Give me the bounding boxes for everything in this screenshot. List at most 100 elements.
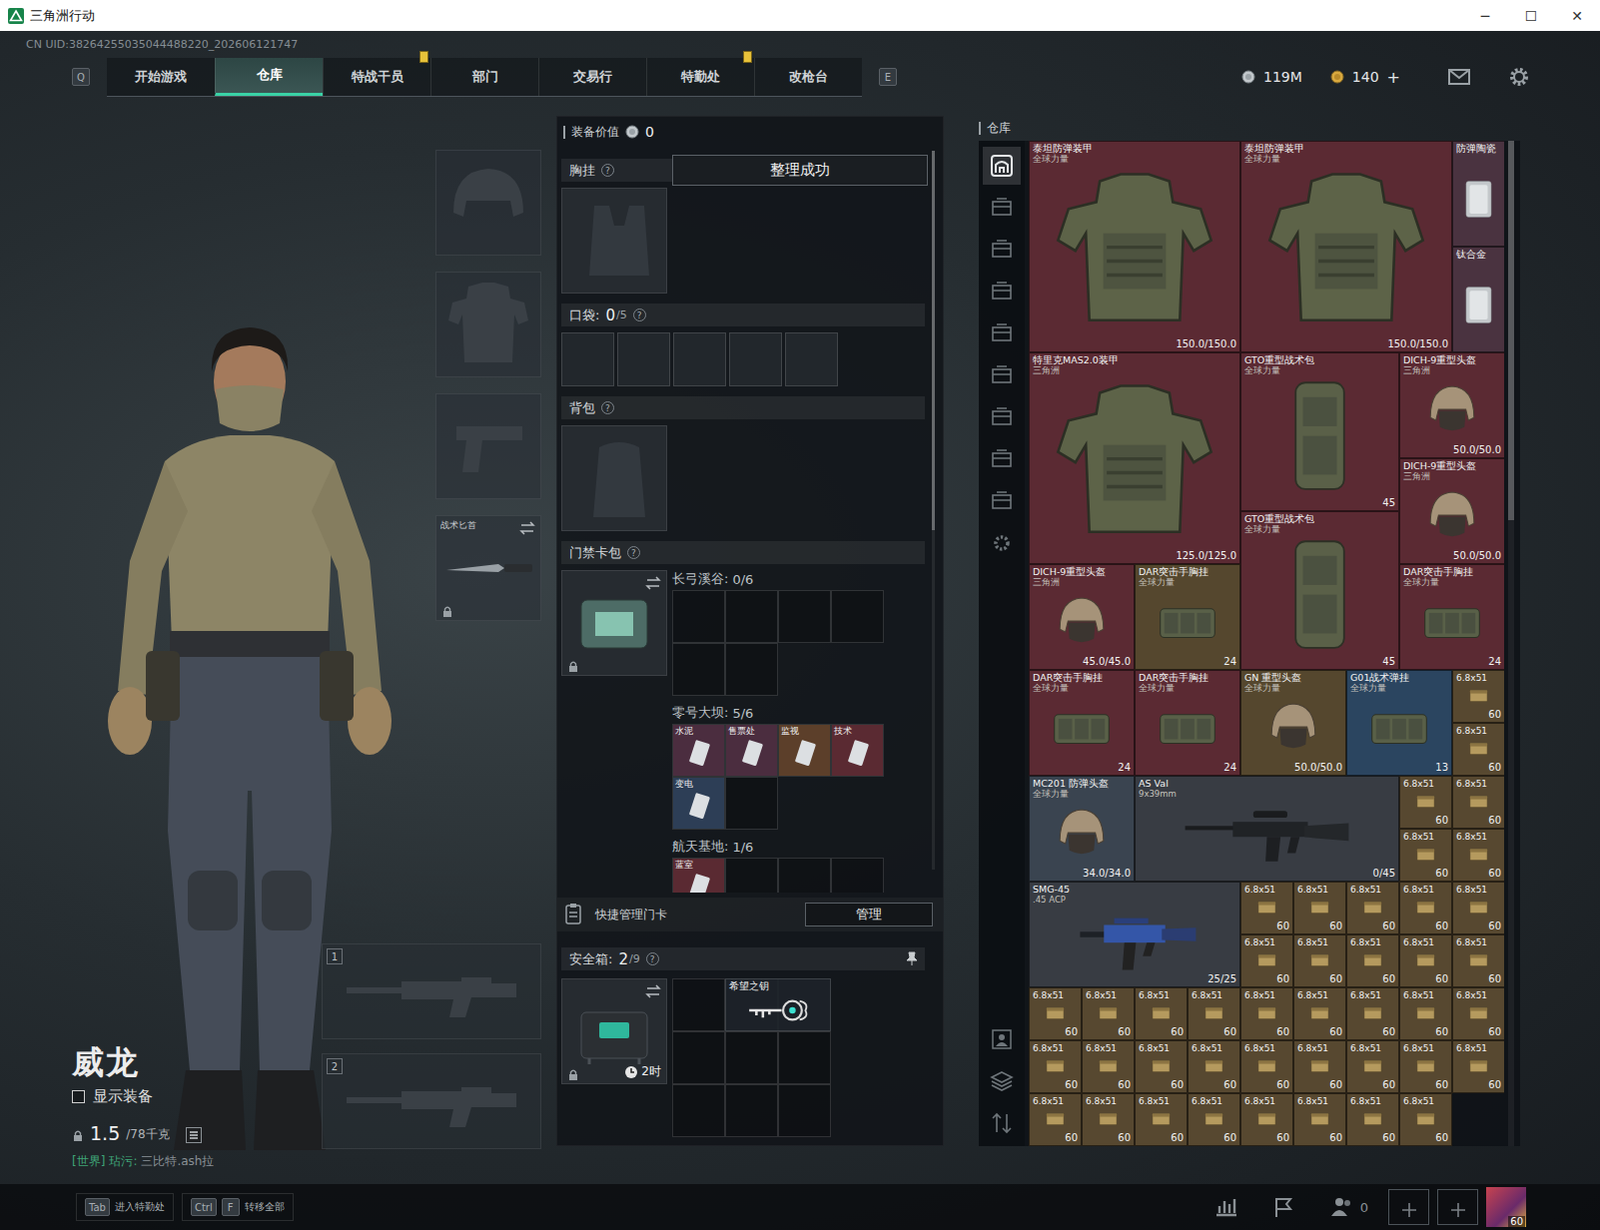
inventory-item[interactable]: 特里克MAS2.0装甲三角洲125.0/125.0 xyxy=(1028,352,1241,565)
nav-tab[interactable]: 交易行 xyxy=(538,57,647,96)
keycard[interactable]: 售票处 xyxy=(726,725,778,777)
invite-slot[interactable] xyxy=(1388,1189,1430,1226)
safe-cell[interactable] xyxy=(778,1084,831,1138)
inventory-item[interactable]: DICH-9重型头盔三角洲50.0/50.0 xyxy=(1399,458,1505,565)
inventory-item[interactable]: 6.8x5160 xyxy=(1452,776,1505,829)
keycard-cell[interactable]: 技术 xyxy=(830,724,884,778)
inventory-item[interactable]: 6.8x5160 xyxy=(1187,1040,1241,1094)
helmet-slot[interactable] xyxy=(435,149,542,256)
pocket-slot[interactable] xyxy=(729,332,783,387)
inventory-item[interactable]: 6.8x5160 xyxy=(1134,987,1188,1041)
keycard-cell[interactable] xyxy=(778,590,831,644)
keycard[interactable]: 蓝室 xyxy=(673,858,725,893)
inventory-item[interactable]: MC201 防弹头盔全球力量34.0/34.0 xyxy=(1028,776,1135,882)
inventory-item[interactable]: 6.8x5160 xyxy=(1028,987,1082,1041)
inventory-item[interactable]: 6.8x5160 xyxy=(1452,828,1505,882)
safe-cell[interactable] xyxy=(672,978,726,1032)
show-equipment-toggle[interactable]: 显示装备 xyxy=(71,1087,322,1107)
prev-tab-key[interactable]: Q xyxy=(71,67,90,86)
inventory-item[interactable]: 6.8x5160 xyxy=(1399,776,1453,829)
inventory-item[interactable]: 6.8x5160 xyxy=(1399,881,1453,935)
inventory-item[interactable]: 6.8x5160 xyxy=(1293,934,1347,988)
warehouse-tab[interactable] xyxy=(982,314,1021,353)
keycard[interactable]: 技术 xyxy=(831,725,883,777)
key-hint[interactable]: Tab进入特勤处 xyxy=(75,1193,174,1222)
keycard-cell[interactable] xyxy=(725,643,779,697)
inventory-item[interactable]: 泰坦防弹装甲全球力量150.0/150.0 xyxy=(1240,140,1453,353)
warehouse-tab[interactable] xyxy=(982,1062,1021,1101)
inventory-item[interactable]: 防弹陶瓷 xyxy=(1452,140,1505,247)
inventory-item[interactable]: 6.8x5160 xyxy=(1134,1093,1188,1147)
inventory-item[interactable]: 6.8x5160 xyxy=(1240,987,1294,1041)
keycard-cell[interactable]: 蓝室 xyxy=(672,857,726,893)
next-tab-key[interactable]: E xyxy=(878,67,897,86)
keycard[interactable]: 水泥 xyxy=(673,725,725,777)
safe-cell[interactable] xyxy=(672,1084,726,1138)
safe-cell[interactable] xyxy=(778,1031,831,1085)
help-button[interactable]: ? xyxy=(646,952,660,966)
inventory-item[interactable]: 6.8x5160 xyxy=(1346,881,1400,935)
safe-cell[interactable] xyxy=(725,1031,779,1085)
inventory-item[interactable]: GTO重型战术包全球力量45 xyxy=(1240,511,1400,671)
safe-item[interactable]: 希望之钥 xyxy=(725,978,831,1032)
add-currency-button[interactable]: + xyxy=(1387,67,1401,87)
inventory-item[interactable]: 6.8x5160 xyxy=(1240,934,1294,988)
nav-tab[interactable]: 特勤处 xyxy=(646,57,755,96)
chest-rig-slot[interactable] xyxy=(561,187,668,294)
inventory-item[interactable]: DAR突击手胸挂全球力量24 xyxy=(1399,564,1505,671)
inventory-item[interactable]: GN 重型头盔全球力量50.0/50.0 xyxy=(1240,670,1347,777)
warehouse-tab[interactable] xyxy=(982,146,1021,185)
inventory-item[interactable]: 6.8x5160 xyxy=(1028,1040,1082,1094)
safe-cell[interactable] xyxy=(672,1031,726,1085)
inventory-item[interactable]: 6.8x5160 xyxy=(1452,934,1505,988)
inventory-item[interactable]: 6.8x5160 xyxy=(1081,1040,1135,1094)
keycard-cell[interactable]: 监视 xyxy=(778,724,831,778)
inventory-item[interactable]: 6.8x5160 xyxy=(1028,1093,1082,1147)
player-avatar[interactable]: 60 xyxy=(1486,1187,1527,1228)
key-hint[interactable]: CtrlF转移全部 xyxy=(181,1193,294,1222)
inventory-item[interactable]: 6.8x5160 xyxy=(1240,1093,1294,1147)
inventory-item[interactable]: AS Val9x39mm0/45 xyxy=(1134,776,1400,882)
safe-box-slot[interactable]: 2时 xyxy=(561,978,668,1085)
keycard-cell[interactable] xyxy=(830,590,884,644)
nav-tab[interactable]: 开始游戏 xyxy=(106,57,215,96)
weapon-slot[interactable]: 1 xyxy=(321,943,542,1040)
inventory-item[interactable]: 6.8x5160 xyxy=(1293,987,1347,1041)
backpack-slot[interactable] xyxy=(561,425,668,532)
inventory-item[interactable]: 6.8x5160 xyxy=(1346,1040,1400,1094)
warehouse-tab[interactable] xyxy=(982,398,1021,437)
scroll-thumb[interactable] xyxy=(1508,140,1515,521)
inventory-item[interactable]: 6.8x5160 xyxy=(1452,987,1505,1041)
pocket-slot[interactable] xyxy=(785,332,838,387)
keycard-cell[interactable] xyxy=(725,590,779,644)
inventory-item[interactable]: 6.8x5160 xyxy=(1293,1040,1347,1094)
checkbox[interactable] xyxy=(71,1090,85,1104)
nav-tab[interactable]: 改枪台 xyxy=(754,57,862,96)
inventory-item[interactable]: DAR突击手胸挂全球力量24 xyxy=(1134,564,1241,671)
inventory-item[interactable]: 6.8x5160 xyxy=(1399,1093,1453,1147)
warehouse-tab[interactable] xyxy=(982,356,1021,395)
keycard-cell[interactable] xyxy=(778,857,831,893)
safe-cell[interactable] xyxy=(725,1084,779,1138)
inventory-item[interactable]: 6.8x5160 xyxy=(1187,1093,1241,1147)
inventory-item[interactable]: DICH-9重型头盔三角洲45.0/45.0 xyxy=(1028,564,1135,671)
inventory-item[interactable]: 6.8x5160 xyxy=(1240,1040,1294,1094)
inventory-item[interactable]: G01战术弹挂全球力量13 xyxy=(1346,670,1453,777)
scroll-thumb[interactable] xyxy=(931,150,935,531)
friends-button[interactable]: 0 xyxy=(1330,1195,1369,1220)
invite-slot[interactable] xyxy=(1437,1189,1479,1226)
warehouse-tab[interactable] xyxy=(982,1104,1021,1143)
inventory-item[interactable]: 6.8x5160 xyxy=(1346,987,1400,1041)
keycard[interactable]: 监视 xyxy=(779,725,830,777)
pocket-slot[interactable] xyxy=(561,332,615,387)
warehouse-tab[interactable] xyxy=(982,482,1021,521)
keycard[interactable]: 变电 xyxy=(673,778,725,829)
help-button[interactable]: ? xyxy=(633,308,647,322)
warehouse-tab[interactable] xyxy=(982,524,1021,563)
inventory-item[interactable]: 6.8x5160 xyxy=(1293,881,1347,935)
help-button[interactable]: ? xyxy=(601,401,615,415)
weapon-slot[interactable]: 2 xyxy=(321,1053,542,1150)
inventory-item[interactable]: SMG-45.45 ACP25/25 xyxy=(1028,881,1241,988)
pistol-slot[interactable] xyxy=(435,393,542,500)
minimize-button[interactable]: ─ xyxy=(1462,7,1509,24)
